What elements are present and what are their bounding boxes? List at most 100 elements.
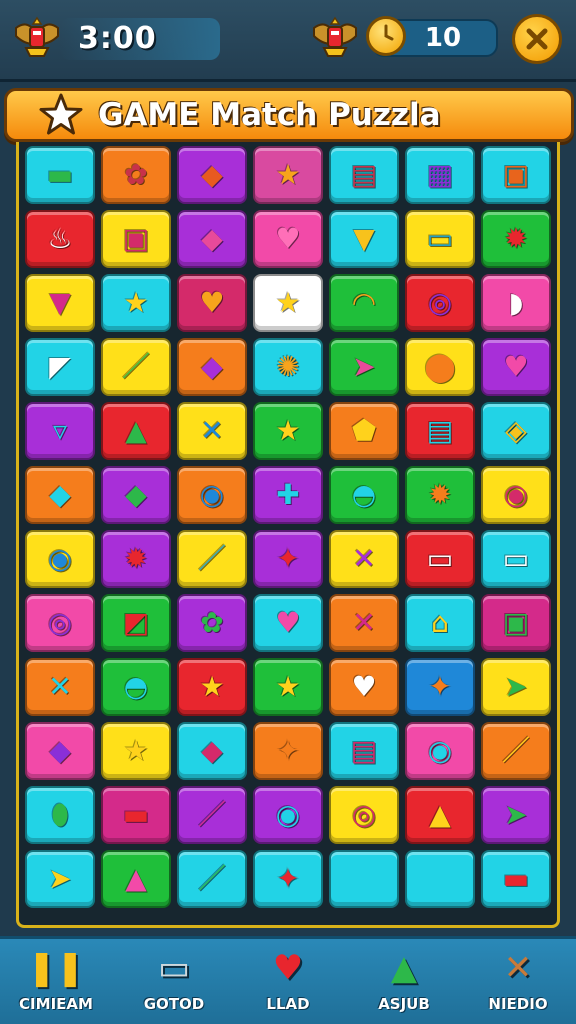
board-tile[interactable]: ▤ — [329, 146, 399, 204]
board-tile[interactable]: ／ — [177, 530, 247, 588]
board-tile[interactable]: ▼ — [329, 210, 399, 268]
nav-button-asjub[interactable]: ▲ ASJUB — [356, 940, 452, 1024]
tile-symbol-icon: ✕ — [352, 606, 376, 639]
board-tile[interactable]: ◉ — [177, 466, 247, 524]
board-tile[interactable]: ▦ — [405, 146, 475, 204]
board-tile[interactable]: ▼ — [25, 274, 95, 332]
board-tile[interactable]: ♥ — [329, 658, 399, 716]
board-tile[interactable]: ★ — [253, 146, 323, 204]
board-tile[interactable]: ▬ — [101, 786, 171, 844]
board-tile[interactable]: ➤ — [481, 658, 551, 716]
nav-button-niedio[interactable]: ✕ NIEDIO — [470, 940, 566, 1024]
tile-symbol-icon: ✦ — [276, 734, 300, 767]
board-tile[interactable]: ➤ — [25, 850, 95, 908]
board-tile[interactable]: ／ — [101, 338, 171, 396]
board-tile[interactable]: ★ — [253, 402, 323, 460]
board-tile[interactable]: ◆ — [177, 338, 247, 396]
board-tile[interactable]: ➤ — [481, 786, 551, 844]
board-tile[interactable]: ★ — [101, 722, 171, 780]
board-tile[interactable]: ▭ — [405, 210, 475, 268]
board-tile[interactable]: ✹ — [481, 210, 551, 268]
board-tile[interactable]: ◉ — [405, 722, 475, 780]
board-tile[interactable]: ★ — [101, 274, 171, 332]
board-tile[interactable]: ◓ — [101, 658, 171, 716]
board-tile[interactable]: ⌂ — [405, 594, 475, 652]
board-tile[interactable]: ▲ — [405, 786, 475, 844]
board-tile[interactable]: ◓ — [329, 466, 399, 524]
board-tile[interactable]: ⬤ — [405, 338, 475, 396]
board-tile[interactable]: ◉ — [481, 466, 551, 524]
board-tile[interactable]: ▭ — [405, 530, 475, 588]
board-tile[interactable]: ✕ — [177, 402, 247, 460]
board-tile[interactable]: ▬ — [25, 146, 95, 204]
board-tile[interactable]: ✕ — [25, 658, 95, 716]
board-tile[interactable]: ▬ — [481, 850, 551, 908]
tile-symbol-icon: ▭ — [502, 542, 530, 575]
board-tile[interactable]: ◎ — [405, 274, 475, 332]
board-tile[interactable]: ◉ — [25, 530, 95, 588]
board-tile[interactable]: ▿ — [25, 402, 95, 460]
board-tile[interactable]: ✦ — [253, 530, 323, 588]
board-tile[interactable]: ▲ — [101, 402, 171, 460]
board-tile[interactable]: ★ — [253, 274, 323, 332]
board-tile[interactable] — [405, 850, 475, 908]
board-tile[interactable]: ✦ — [253, 850, 323, 908]
board-tile[interactable]: ✹ — [405, 466, 475, 524]
board-tile[interactable]: ／ — [481, 722, 551, 780]
board-tile[interactable]: ✺ — [253, 338, 323, 396]
tile-symbol-icon: ◗ — [508, 286, 524, 319]
board-tile[interactable] — [329, 850, 399, 908]
board-tile[interactable]: ▤ — [405, 402, 475, 460]
tile-symbol-icon: ✕ — [48, 670, 72, 703]
board-tile[interactable]: ★ — [177, 658, 247, 716]
board-tile[interactable]: ◆ — [177, 722, 247, 780]
board-tile[interactable]: ▣ — [101, 210, 171, 268]
board-tile[interactable]: ✕ — [329, 530, 399, 588]
board-tile[interactable]: ▭ — [481, 530, 551, 588]
board-tile[interactable]: ♥ — [481, 338, 551, 396]
board-tile[interactable]: ◎ — [25, 594, 95, 652]
board-tile[interactable]: ✹ — [101, 530, 171, 588]
tile-symbol-icon: ▤ — [426, 414, 454, 447]
board-tile[interactable]: ◉ — [253, 786, 323, 844]
board-tile[interactable]: ✿ — [101, 146, 171, 204]
board-tile[interactable]: ◎ — [329, 786, 399, 844]
board-tile[interactable]: ◤ — [25, 338, 95, 396]
board-tile[interactable]: ◩ — [101, 594, 171, 652]
board-tile[interactable]: ◆ — [177, 146, 247, 204]
board-tile[interactable]: ▣ — [481, 594, 551, 652]
board-tile[interactable]: ／ — [177, 850, 247, 908]
board-tile[interactable]: ♨ — [25, 210, 95, 268]
board-tile[interactable]: ♥ — [177, 274, 247, 332]
board-tile[interactable]: ★ — [253, 658, 323, 716]
board-tile[interactable]: ◆ — [25, 722, 95, 780]
board-tile[interactable]: ／ — [177, 786, 247, 844]
nav-button-llad[interactable]: ♥ LLAD — [240, 940, 336, 1024]
board-tile[interactable]: ✦ — [253, 722, 323, 780]
board-tile[interactable]: ▲ — [101, 850, 171, 908]
tile-symbol-icon: ★ — [275, 158, 301, 191]
board-tile[interactable]: ◆ — [101, 466, 171, 524]
board-tile[interactable]: ⬟ — [329, 402, 399, 460]
close-button[interactable] — [512, 14, 562, 64]
board-tile[interactable]: ◆ — [177, 210, 247, 268]
tile-symbol-icon: ♥ — [503, 350, 529, 383]
nav-button-cimieam[interactable]: ❚❚ CIMIEAM — [8, 940, 104, 1024]
tile-symbol-icon: ✚ — [276, 478, 300, 511]
board-tile[interactable]: ▤ — [329, 722, 399, 780]
board-tile[interactable]: ♥ — [253, 210, 323, 268]
board-tile[interactable]: ✦ — [405, 658, 475, 716]
board-tile[interactable]: ⬮ — [25, 786, 95, 844]
board-tile[interactable]: ♥ — [253, 594, 323, 652]
board-tile[interactable]: ➤ — [329, 338, 399, 396]
board-tile[interactable]: ▣ — [481, 146, 551, 204]
board-tile[interactable]: ◆ — [25, 466, 95, 524]
board-tile[interactable]: ✕ — [329, 594, 399, 652]
board-tile[interactable]: ◈ — [481, 402, 551, 460]
board-tile[interactable]: ✿ — [177, 594, 247, 652]
nav-button-gotod[interactable]: ▭ GOTOD — [126, 940, 222, 1024]
board-tile[interactable]: ◠ — [329, 274, 399, 332]
board-tile[interactable]: ◗ — [481, 274, 551, 332]
tile-symbol-icon: ▼ — [353, 222, 375, 255]
board-tile[interactable]: ✚ — [253, 466, 323, 524]
